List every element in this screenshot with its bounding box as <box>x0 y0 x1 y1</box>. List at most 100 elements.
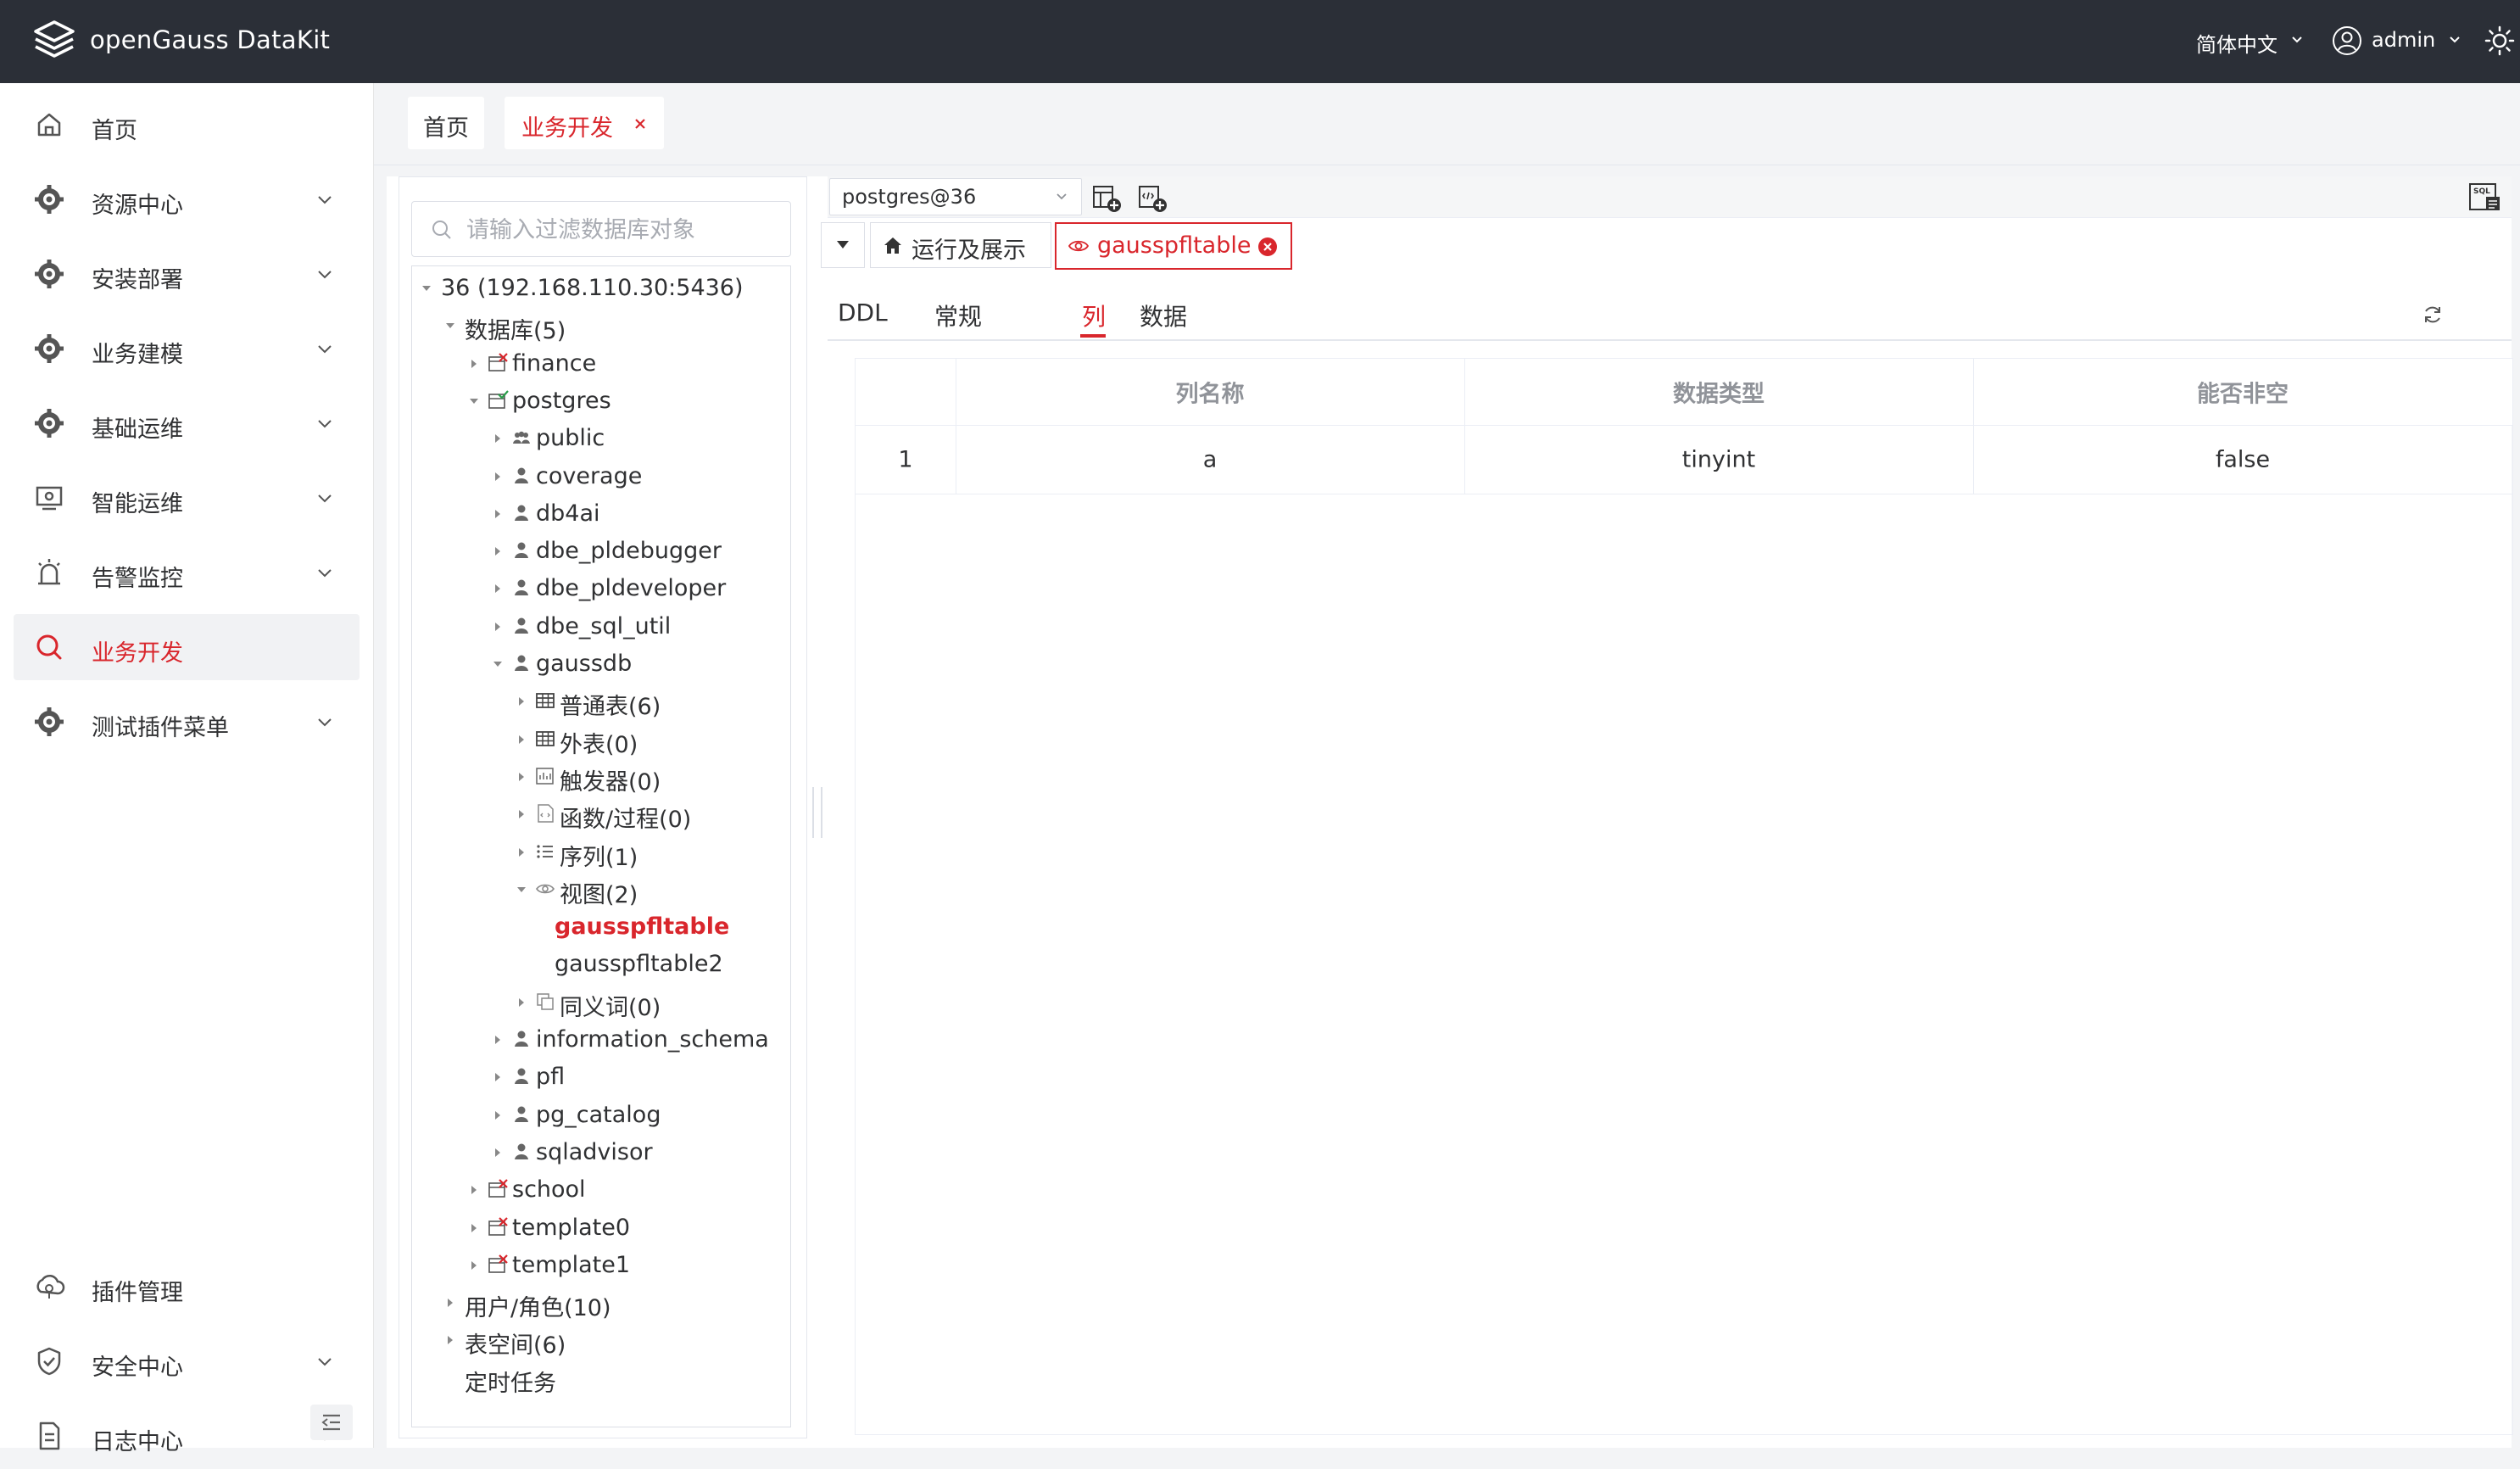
caret-right-icon[interactable] <box>516 997 527 1008</box>
tree-node-postgres[interactable]: postgres <box>412 384 785 418</box>
caret-down-icon[interactable] <box>421 282 432 294</box>
tree-node-2[interactable]: 视图(2) <box>412 873 785 908</box>
editor-tab-run-display[interactable]: 运行及展示 <box>870 222 1051 268</box>
sidebar-item-resource-center[interactable]: 资源中心 <box>14 166 360 232</box>
new-function-window-icon[interactable] <box>1136 182 1168 214</box>
chevron-down-icon[interactable] <box>2447 32 2462 47</box>
tree-node-dbe_pldebugger[interactable]: dbe_pldebugger <box>412 534 785 568</box>
tree-node-sqladvisor[interactable]: sqladvisor <box>412 1136 785 1170</box>
caret-right-icon[interactable] <box>492 545 504 557</box>
tree-node-36-192-168-110-30-5436[interactable]: 36 (192.168.110.30:5436) <box>412 271 785 305</box>
tree-node-coverage[interactable]: coverage <box>412 460 785 494</box>
tree-node-gausspfltable[interactable]: gausspfltable <box>412 910 785 944</box>
column-header-not-null[interactable]: 能否非空 <box>1973 359 2512 425</box>
tree-node-public[interactable]: public <box>412 422 785 455</box>
caret-down-icon[interactable] <box>492 658 504 670</box>
refresh-icon[interactable] <box>2422 304 2444 326</box>
tree-node-template0[interactable]: template0 <box>412 1211 785 1245</box>
cell-column-name[interactable]: a <box>956 426 1465 494</box>
user-avatar-icon[interactable] <box>2332 25 2362 56</box>
tree-node-1[interactable]: 序列(1) <box>412 835 785 871</box>
caret-right-icon[interactable] <box>492 471 504 483</box>
tree-node-10[interactable]: 用户/角色(10) <box>412 1286 785 1321</box>
tab-business-dev[interactable]: 业务开发 <box>505 97 664 149</box>
tree-node-0[interactable]: 触发器(0) <box>412 760 785 796</box>
sidebar-item-smart-ops[interactable]: 智能运维 <box>14 465 360 531</box>
caret-right-icon[interactable] <box>468 1222 480 1234</box>
caret-right-icon[interactable] <box>516 734 527 746</box>
tree-node-dbe_pldeveloper[interactable]: dbe_pldeveloper <box>412 572 785 606</box>
caret-down-icon[interactable] <box>468 395 480 407</box>
sidebar-collapse-button[interactable] <box>310 1405 353 1440</box>
caret-down-icon[interactable] <box>516 884 527 896</box>
tree-node-information_schema[interactable]: information_schema <box>412 1023 785 1057</box>
caret-right-icon[interactable] <box>516 695 527 707</box>
tree-node-0[interactable]: 同义词(0) <box>412 986 785 1021</box>
sidebar-item-business-dev[interactable]: 业务开发 <box>14 614 360 680</box>
caret-right-icon[interactable] <box>492 621 504 633</box>
tree-node-school[interactable]: school <box>412 1173 785 1207</box>
tree-node-db4ai[interactable]: db4ai <box>412 497 785 531</box>
column-header-name[interactable]: 列名称 <box>956 359 1465 425</box>
tab-home[interactable]: 首页 <box>408 97 484 149</box>
caret-right-icon[interactable] <box>492 433 504 444</box>
column-header-type[interactable]: 数据类型 <box>1464 359 1974 425</box>
tree-node-29[interactable]: 定时任务 <box>412 1361 785 1397</box>
tree-filter-input[interactable] <box>465 210 782 249</box>
sidebar-item-basic-ops[interactable]: 基础运维 <box>14 390 360 456</box>
tree-node-5[interactable]: 数据库(5) <box>412 309 785 344</box>
caret-right-icon[interactable] <box>492 1071 504 1083</box>
close-icon[interactable] <box>632 115 649 132</box>
sidebar-item-business-modeling[interactable]: 业务建模 <box>14 316 360 382</box>
sidebar-item-alarm-monitor[interactable]: 告警监控 <box>14 539 360 606</box>
new-query-window-icon[interactable] <box>1090 182 1123 214</box>
tree-node-dbe_sql_util[interactable]: dbe_sql_util <box>412 610 785 644</box>
sidebar-item-install-deploy[interactable]: 安装部署 <box>14 241 360 307</box>
caret-right-icon[interactable] <box>492 583 504 595</box>
sidebar-item-home[interactable]: 首页 <box>14 92 360 158</box>
sidebar-item-test-plugin-menu[interactable]: 测试插件菜单 <box>14 689 360 755</box>
caret-right-icon[interactable] <box>444 1297 456 1309</box>
tree-node-finance[interactable]: finance <box>412 347 785 381</box>
caret-right-icon[interactable] <box>492 1147 504 1159</box>
tab-ddl[interactable]: DDL <box>838 299 888 327</box>
caret-right-icon[interactable] <box>444 1334 456 1346</box>
sidebar-item-plugin-management[interactable]: 插件管理 <box>14 1254 360 1320</box>
tab-list-dropdown-button[interactable] <box>821 222 865 268</box>
tab-general[interactable]: 常规 <box>934 299 982 332</box>
caret-right-icon[interactable] <box>492 1034 504 1046</box>
sidebar-item-security-center[interactable]: 安全中心 <box>14 1328 360 1394</box>
tab-data[interactable]: 数据 <box>1140 299 1187 332</box>
tree-node-0[interactable]: 外表(0) <box>412 723 785 758</box>
cell-data-type[interactable]: tinyint <box>1464 426 1974 494</box>
tree-node-6[interactable]: 表空间(6) <box>412 1323 785 1359</box>
chevron-down-icon[interactable] <box>2289 32 2305 47</box>
editor-tab-gausspfltable[interactable]: gausspfltable <box>1055 222 1292 270</box>
tree-node-gausspfltable2[interactable]: gausspfltable2 <box>412 947 785 981</box>
tree-node-0[interactable]: 函数/过程(0) <box>412 797 785 833</box>
tree-node-template1[interactable]: template1 <box>412 1248 785 1282</box>
cell-not-null[interactable]: false <box>1973 426 2512 494</box>
caret-right-icon[interactable] <box>516 808 527 820</box>
caret-right-icon[interactable] <box>468 358 480 370</box>
sql-assistant-icon[interactable]: SQL <box>2467 182 2503 214</box>
caret-right-icon[interactable] <box>492 508 504 520</box>
tree-node-pg_catalog[interactable]: pg_catalog <box>412 1098 785 1132</box>
sidebar-item-log-center[interactable]: 日志中心 <box>14 1403 332 1469</box>
caret-down-icon[interactable] <box>444 320 456 332</box>
caret-right-icon[interactable] <box>492 1109 504 1121</box>
tab-columns[interactable]: 列 <box>1082 299 1106 332</box>
tree-node-pfl[interactable]: pfl <box>412 1060 785 1094</box>
caret-right-icon[interactable] <box>516 846 527 858</box>
username[interactable]: admin <box>2372 28 2435 52</box>
caret-right-icon[interactable] <box>516 771 527 783</box>
language-selector[interactable]: 简体中文 <box>2196 28 2277 58</box>
tree-node-6[interactable]: 普通表(6) <box>412 684 785 720</box>
tree-node-gaussdb[interactable]: gaussdb <box>412 647 785 681</box>
caret-right-icon[interactable] <box>468 1184 480 1196</box>
panel-resize-handle[interactable] <box>812 787 822 838</box>
connection-select[interactable]: postgres@36 <box>829 178 1082 215</box>
theme-toggle-sun-icon[interactable] <box>2484 25 2515 56</box>
close-circle-icon[interactable] <box>1257 236 1279 258</box>
caret-right-icon[interactable] <box>468 1260 480 1271</box>
